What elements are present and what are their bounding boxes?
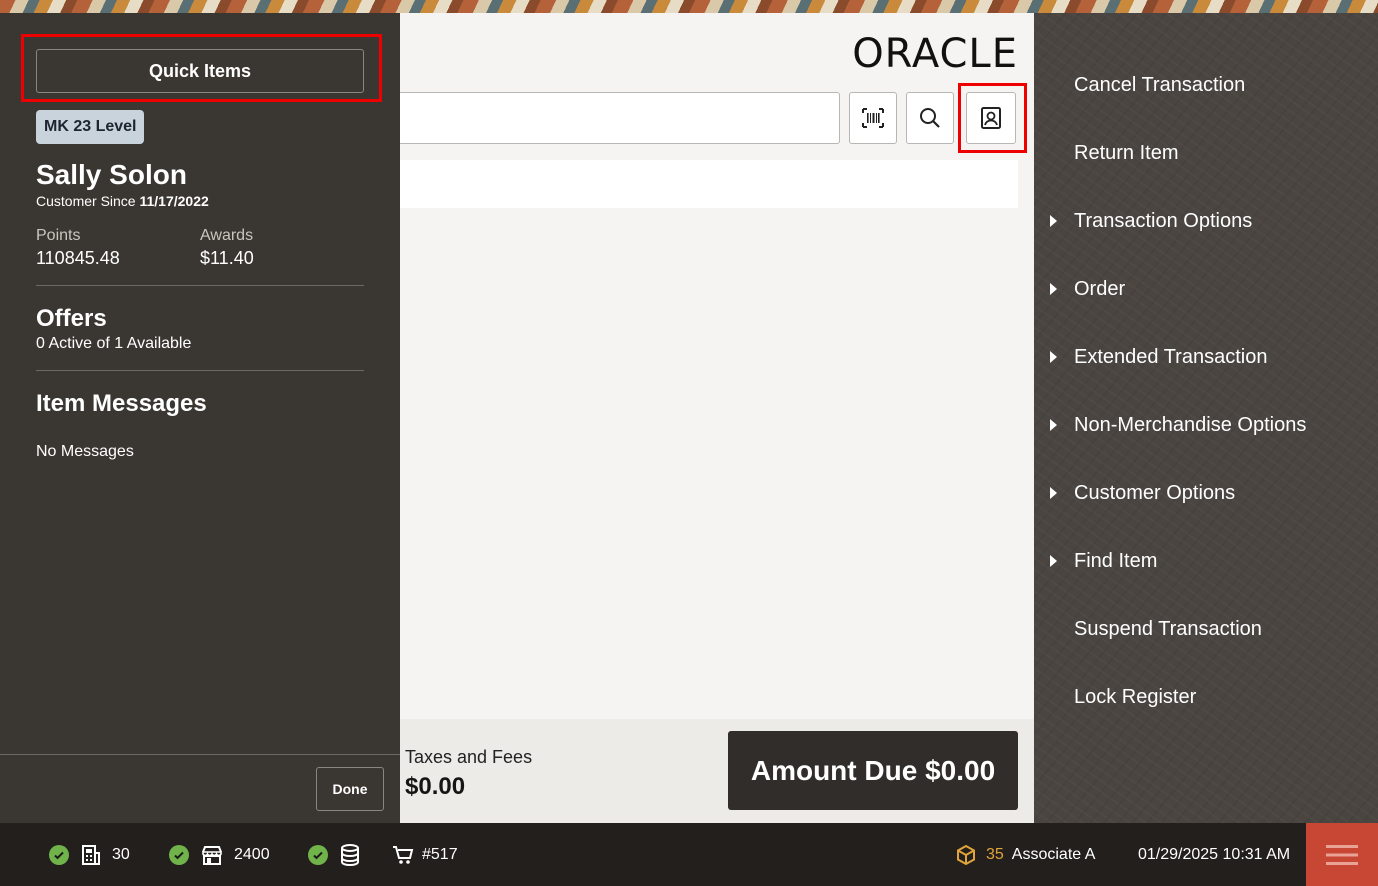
store-icon [202, 845, 222, 865]
points-value: 110845.48 [36, 248, 120, 268]
item-messages-text: No Messages [36, 443, 134, 460]
search-icon [920, 108, 940, 128]
offers-summary: 0 Active of 1 Available [36, 335, 192, 352]
menu-item-label: Cancel Transaction [1074, 73, 1246, 96]
store-number: 2400 [234, 845, 270, 863]
customer-since-label: Customer Since [36, 193, 136, 209]
menu-item-order[interactable]: Order [1034, 267, 1378, 311]
cash-drawer-count: 35 [986, 845, 1004, 863]
top-decorative-strip [0, 0, 1378, 13]
status-ok-icon [169, 844, 189, 865]
customer-since: Customer Since 11/17/2022 [36, 193, 209, 209]
menu-item-label: Customer Options [1074, 481, 1236, 504]
done-button[interactable]: Done [316, 767, 384, 811]
highlight-box-customer [958, 83, 1027, 153]
transaction-line-row [400, 160, 1018, 208]
main-menu-button[interactable] [1306, 823, 1378, 886]
item-messages-title: Item Messages [36, 390, 207, 417]
submenu-arrow-icon [1050, 351, 1057, 363]
totals-bar: Taxes and Fees $0.00 Amount Due $0.00 [400, 719, 1034, 823]
transaction-status[interactable]: #517 [392, 823, 458, 886]
menu-item-non-merchandise-options[interactable]: Non-Merchandise Options [1034, 403, 1378, 447]
divider [36, 285, 364, 286]
cash-drawer-icon [957, 844, 975, 865]
options-menu: Cancel Transaction Return Item Transacti… [1034, 13, 1378, 823]
menu-item-return-item[interactable]: Return Item [1034, 131, 1378, 175]
submenu-arrow-icon [1050, 555, 1057, 567]
menu-item-lock-register[interactable]: Lock Register [1034, 675, 1378, 719]
submenu-arrow-icon [1050, 283, 1057, 295]
status-bar: 30 2400 #517 35 Associate A 01/29/2025 1… [0, 823, 1378, 886]
menu-item-label: Transaction Options [1074, 209, 1253, 232]
menu-item-find-item[interactable]: Find Item [1034, 539, 1378, 583]
points-label: Points [36, 227, 81, 244]
status-ok-icon [308, 844, 328, 865]
offers-title[interactable]: Offers [36, 305, 107, 333]
oracle-logo: ORACLE [852, 31, 1018, 77]
menu-item-cancel-transaction[interactable]: Cancel Transaction [1034, 63, 1378, 107]
menu-item-label: Return Item [1074, 141, 1179, 164]
customer-since-date: 11/17/2022 [139, 193, 209, 209]
menu-item-suspend-transaction[interactable]: Suspend Transaction [1034, 607, 1378, 651]
taxes-value: $0.00 [405, 773, 466, 800]
menu-item-extended-transaction[interactable]: Extended Transaction [1034, 335, 1378, 379]
menu-item-label: Suspend Transaction [1074, 617, 1262, 640]
menu-item-transaction-options[interactable]: Transaction Options [1034, 199, 1378, 243]
date-time: 01/29/2025 10:31 AM [1138, 845, 1291, 863]
customer-name: Sally Solon [36, 159, 187, 190]
taxes-label: Taxes and Fees [405, 747, 533, 767]
customer-drawer: Quick Items MK 23 Level Sally Solon Cust… [0, 13, 400, 823]
submenu-arrow-icon [1050, 419, 1057, 431]
loyalty-level-badge: MK 23 Level [36, 110, 145, 144]
register-icon [82, 844, 100, 865]
amount-due-button[interactable]: Amount Due $0.00 [728, 731, 1018, 810]
associate-name: Associate A [1011, 845, 1096, 863]
item-search-input[interactable] [398, 92, 840, 144]
awards-label: Awards [200, 227, 254, 244]
store-status[interactable]: 2400 [169, 823, 270, 886]
submenu-arrow-icon [1050, 215, 1057, 227]
awards-value: $11.40 [200, 248, 254, 268]
menu-item-label: Non-Merchandise Options [1074, 413, 1307, 436]
menu-item-customer-options[interactable]: Customer Options [1034, 471, 1378, 515]
search-button[interactable] [906, 92, 954, 144]
hamburger-menu-icon [1326, 844, 1358, 865]
register-number: 30 [112, 845, 130, 863]
database-status[interactable] [308, 823, 360, 886]
submenu-arrow-icon [1050, 487, 1057, 499]
menu-item-label: Order [1074, 277, 1126, 300]
menu-item-label: Extended Transaction [1074, 345, 1268, 368]
divider [36, 370, 364, 371]
associate-status[interactable]: 35 Associate A [956, 823, 1095, 886]
menu-item-label: Lock Register [1074, 685, 1197, 708]
register-status[interactable]: 30 [49, 823, 130, 886]
transaction-number: #517 [422, 845, 458, 863]
menu-item-label: Find Item [1074, 549, 1158, 572]
status-ok-icon [49, 844, 69, 865]
drawer-footer-divider [0, 754, 400, 755]
barcode-icon [862, 108, 884, 128]
database-icon [341, 843, 359, 866]
cart-icon [393, 845, 414, 864]
highlight-box-quick-items [21, 34, 382, 102]
transaction-area: ORACLE Taxes and Fees $0.00 Amount Due $… [398, 13, 1034, 823]
scan-button[interactable] [849, 92, 897, 144]
